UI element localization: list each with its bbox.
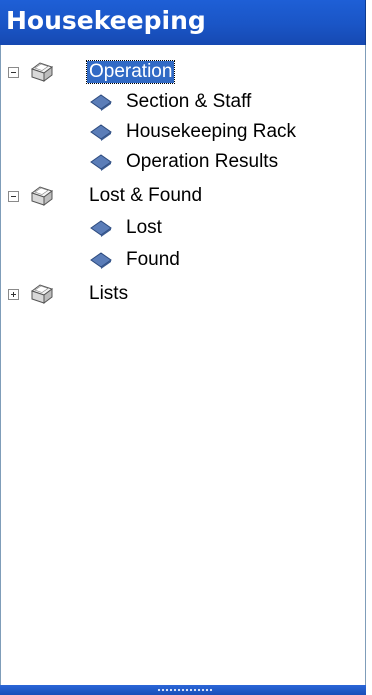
book-icon [90,94,112,111]
panel-gutter [366,0,372,695]
resize-grip-icon[interactable] [157,688,212,692]
book-icon [90,252,112,269]
panel-header: Housekeeping [0,0,366,45]
tree-node-label[interactable]: Lost & Found [87,185,204,207]
tree-node-label[interactable]: Lists [87,283,130,305]
folder-icon [30,62,54,82]
book-icon [90,154,112,171]
tree-item-lost[interactable]: Lost [0,212,364,242]
tree-node-operation[interactable]: Operation [0,56,364,86]
tree-item-housekeeping-rack[interactable]: Housekeeping Rack [0,116,364,146]
folder-icon [30,186,54,206]
book-icon [90,124,112,141]
tree-node-lost-found[interactable]: Lost & Found [0,180,364,210]
tree-item-found[interactable]: Found [0,244,364,274]
tree-item-label[interactable]: Lost [124,217,164,239]
tree-item-section-staff[interactable]: Section & Staff [0,86,364,116]
expand-toggle-icon[interactable] [8,289,19,300]
tree-node-label[interactable]: Operation [85,60,176,84]
panel-resize-bar[interactable] [0,685,366,695]
folder-icon [30,284,54,304]
tree-node-lists[interactable]: Lists [0,278,364,308]
panel-title: Housekeeping [6,6,206,35]
tree-item-label[interactable]: Housekeeping Rack [124,121,298,143]
tree-item-label[interactable]: Found [124,249,182,271]
housekeeping-panel: Housekeeping Operation Section & Staff H… [0,0,366,695]
book-icon [90,220,112,237]
collapse-toggle-icon[interactable] [8,191,19,202]
tree-item-label[interactable]: Section & Staff [124,91,253,113]
tree-item-label[interactable]: Operation Results [124,151,280,173]
tree-item-operation-results[interactable]: Operation Results [0,146,364,176]
collapse-toggle-icon[interactable] [8,67,19,78]
